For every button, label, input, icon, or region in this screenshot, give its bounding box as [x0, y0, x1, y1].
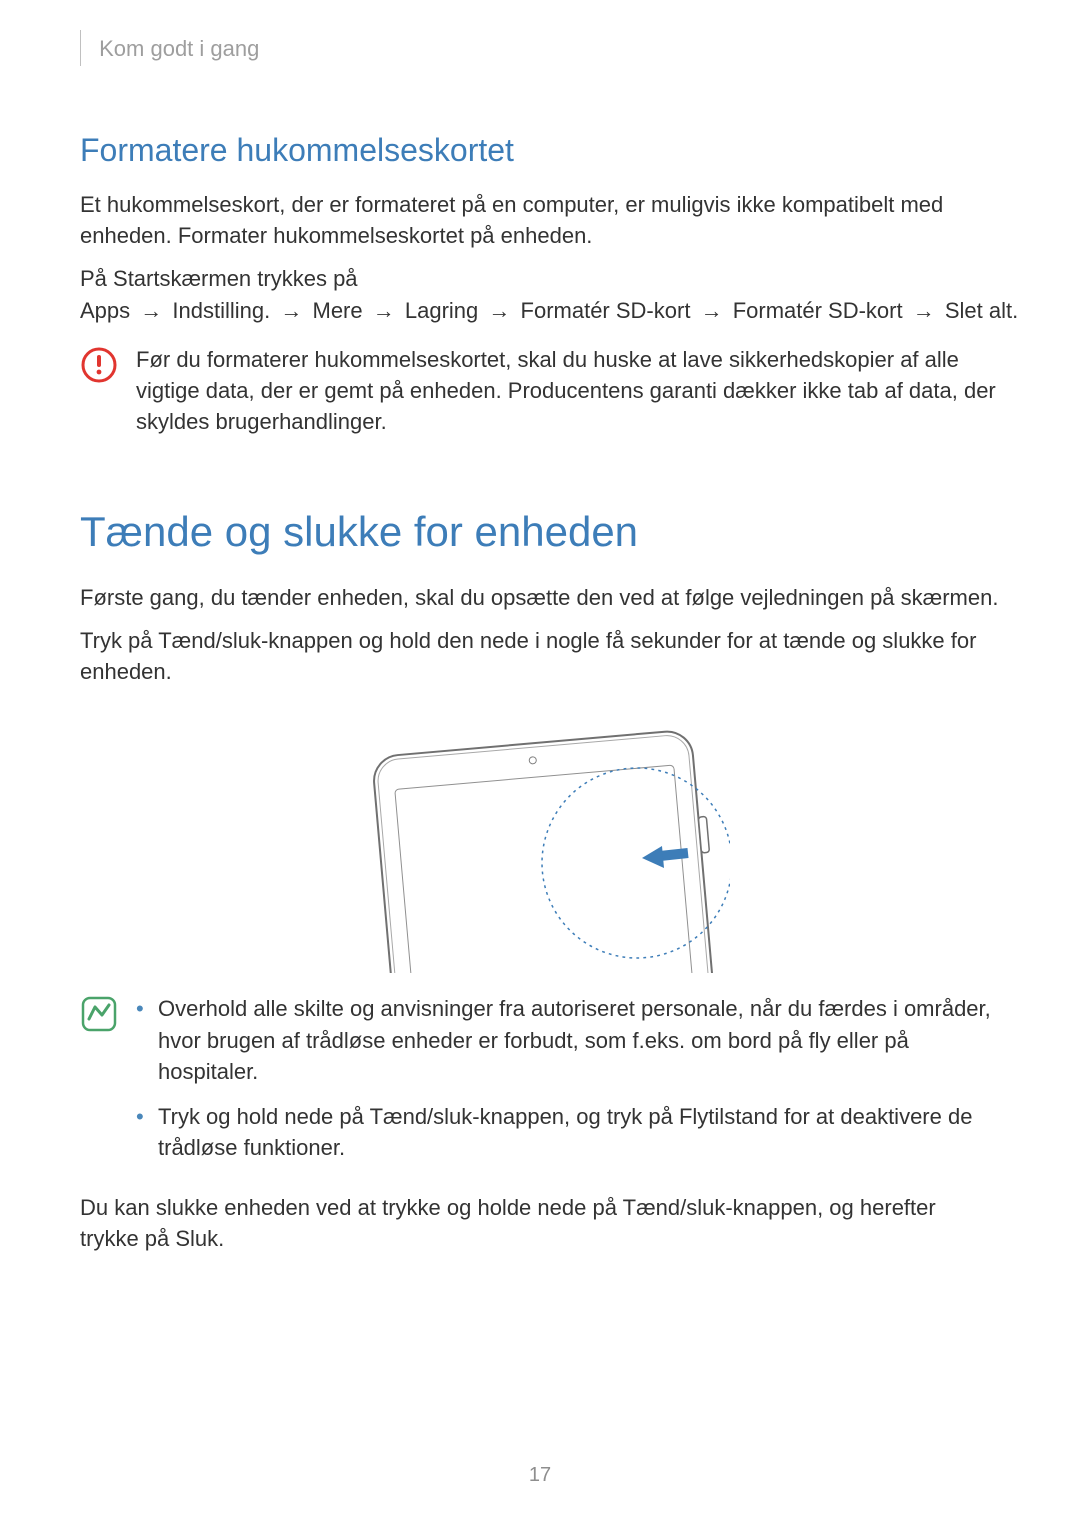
arrow-icon: →: [488, 295, 510, 326]
path-step-5: Formatér SD-kort: [733, 298, 903, 323]
path-step-6: Slet alt: [945, 298, 1012, 323]
tip-item-text: Tryk og hold nede på Tænd/sluk-knappen, …: [158, 1104, 972, 1160]
tip-list: Overhold alle skilte og anvisninger fra …: [136, 993, 1000, 1163]
header-tick: [80, 30, 81, 66]
warning-icon: [80, 346, 118, 384]
page-number: 17: [0, 1464, 1080, 1487]
path-step-4: Formatér SD-kort: [521, 298, 691, 323]
tip-item-text: Overhold alle skilte og anvisninger fra …: [158, 996, 991, 1083]
section1-p1: Et hukommelseskort, der er formateret på…: [80, 189, 1000, 251]
device-illustration: [80, 713, 1000, 973]
running-header: Kom godt i gang: [80, 36, 1000, 72]
path-suffix: .: [1012, 298, 1018, 323]
path-step-0: Apps: [80, 298, 130, 323]
path-step-3: Lagring: [405, 298, 478, 323]
running-header-text: Kom godt i gang: [99, 36, 259, 61]
arrow-icon: →: [280, 295, 302, 326]
section2-p3: Du kan slukke enheden ved at trykke og h…: [80, 1192, 1000, 1254]
arrow-icon: →: [373, 295, 395, 326]
section2-p2: Tryk på Tænd/sluk-knappen og hold den ne…: [80, 625, 1000, 687]
arrow-icon: →: [140, 295, 162, 326]
tip-item: Tryk og hold nede på Tænd/sluk-knappen, …: [136, 1101, 1000, 1163]
warning-text: Før du formaterer hukommelseskortet, ska…: [136, 344, 1000, 438]
warning-note: Før du formaterer hukommelseskortet, ska…: [80, 344, 1000, 438]
section1-title: Formatere hukommelseskortet: [80, 132, 1000, 169]
path-step-2: Mere: [313, 298, 363, 323]
arrow-icon: →: [701, 295, 723, 326]
section2-p1: Første gang, du tænder enheden, skal du …: [80, 582, 1000, 613]
tip-note: Overhold alle skilte og anvisninger fra …: [80, 993, 1000, 1177]
tip-item: Overhold alle skilte og anvisninger fra …: [136, 993, 1000, 1087]
format-path: På Startskærmen trykkes på Apps → Indsti…: [80, 263, 1000, 325]
path-prefix: På Startskærmen trykkes på: [80, 266, 358, 291]
tip-icon: [80, 995, 118, 1033]
path-step-1: Indstilling.: [172, 298, 270, 323]
section2-title: Tænde og slukke for enheden: [80, 508, 1000, 556]
arrow-icon: →: [913, 295, 935, 326]
